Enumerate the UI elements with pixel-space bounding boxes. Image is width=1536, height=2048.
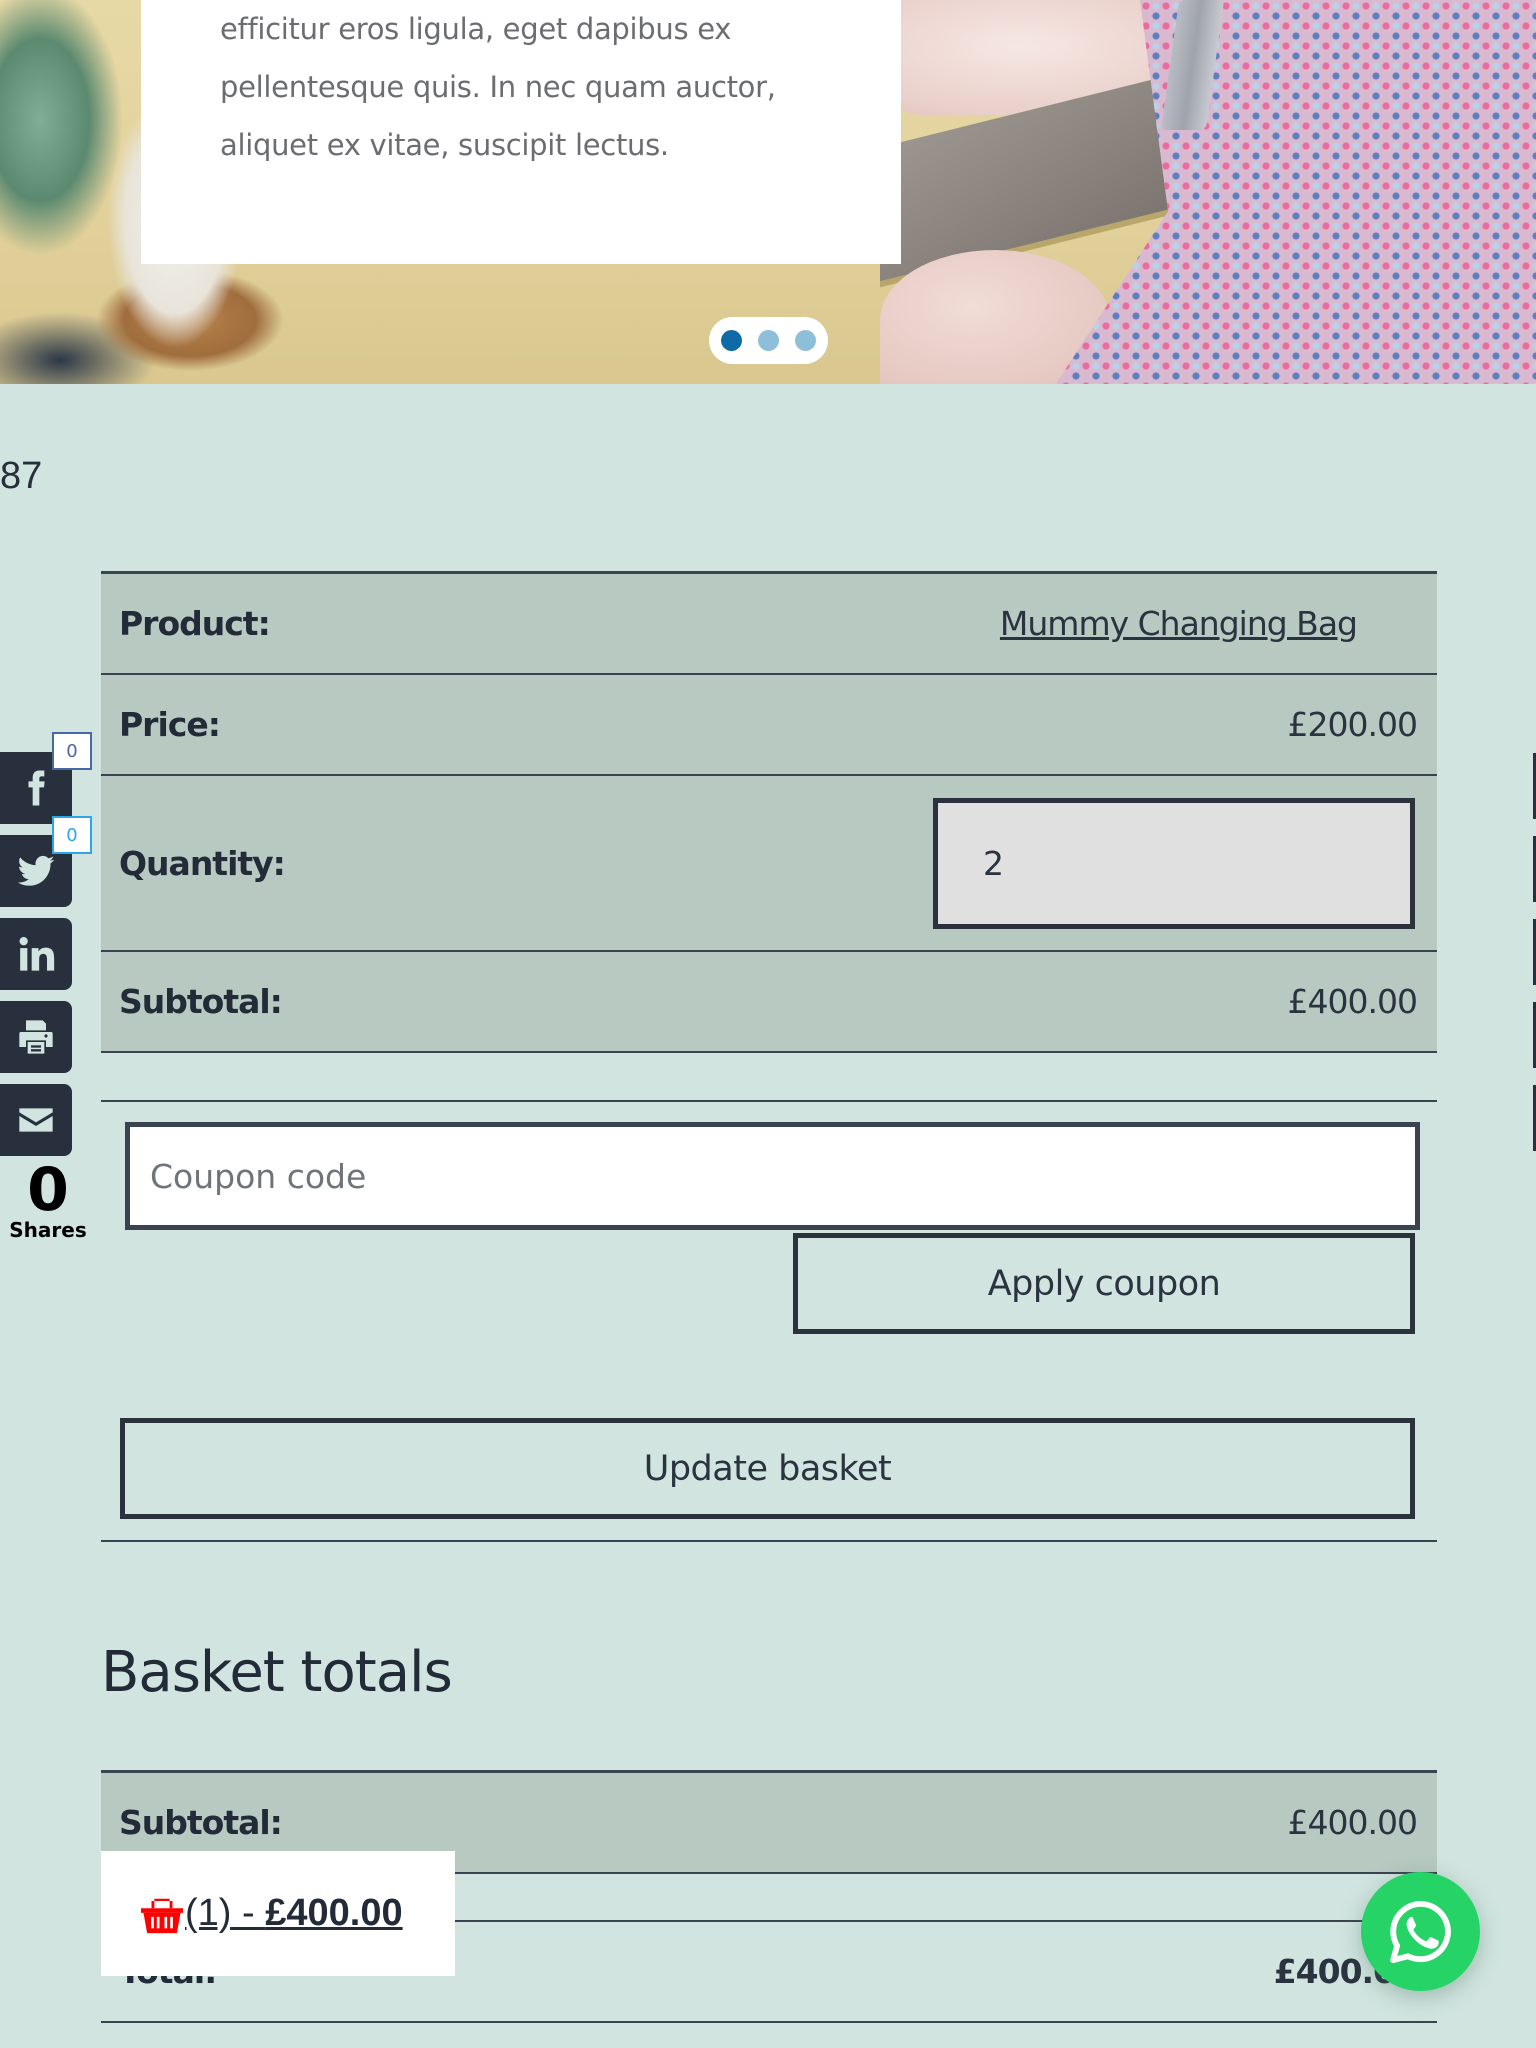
mini-cart-separator: - — [231, 1892, 266, 1934]
linkedin-icon — [19, 937, 55, 971]
share-email-button[interactable] — [0, 1084, 72, 1156]
coupon-actions: Apply coupon Update basket — [101, 1102, 1437, 1542]
carousel-dot-3[interactable] — [795, 330, 816, 351]
basket-totals-heading: Basket totals — [101, 1640, 453, 1705]
carousel-dots — [709, 317, 828, 364]
apply-coupon-button[interactable]: Apply coupon — [793, 1233, 1415, 1334]
subtotal-value: £400.00 — [1287, 982, 1418, 1021]
mini-cart-widget: (1) - £400.00 — [101, 1851, 455, 1976]
hero-card-text: efficitur eros ligula, eget dapibus ex p… — [220, 12, 776, 162]
facebook-share-count: 0 — [52, 732, 92, 770]
cart-table: Product: Mummy Changing Bag Price: £200.… — [101, 571, 1437, 1542]
totals-subtotal-label: Subtotal: — [119, 1803, 283, 1842]
price-label: Price: — [119, 705, 221, 744]
share-linkedin-button[interactable] — [0, 918, 72, 990]
printer-icon — [19, 1020, 53, 1054]
cart-row-subtotal: Subtotal: £400.00 — [101, 952, 1437, 1053]
product-label: Product: — [119, 604, 271, 643]
cart-divider — [101, 1053, 1437, 1102]
envelope-icon — [19, 1108, 53, 1132]
basket-icon — [141, 1898, 183, 1933]
mini-cart-count: (1) — [185, 1892, 232, 1934]
share-print-button[interactable] — [0, 1001, 72, 1073]
twitter-share-count: 0 — [52, 816, 92, 854]
facebook-icon — [28, 770, 45, 806]
product-link[interactable]: Mummy Changing Bag — [1000, 604, 1358, 643]
cart-row-product: Product: Mummy Changing Bag — [101, 571, 1437, 675]
coupon-code-input[interactable] — [125, 1122, 1420, 1230]
cart-row-price: Price: £200.00 — [101, 675, 1437, 776]
quantity-input[interactable] — [933, 797, 1415, 929]
carousel-dot-1[interactable] — [721, 330, 742, 351]
twitter-icon — [17, 855, 55, 886]
whatsapp-icon — [1389, 1900, 1451, 1963]
share-total: 0 Shares — [0, 1155, 96, 1242]
mini-cart-link[interactable]: (1) - £400.00 — [139, 1892, 403, 1935]
price-value: £200.00 — [1287, 705, 1418, 744]
quantity-label: Quantity: — [119, 843, 286, 883]
cart-row-quantity: Quantity: — [101, 776, 1437, 952]
hero-carousel: efficitur eros ligula, eget dapibus ex p… — [0, 0, 1536, 384]
totals-subtotal-value: £400.00 — [1287, 1803, 1418, 1842]
counter-text: 87 — [0, 455, 43, 497]
mini-cart-amount: £400.00 — [265, 1892, 403, 1934]
share-total-label: Shares — [9, 1218, 87, 1242]
hero-text-card: efficitur eros ligula, eget dapibus ex p… — [141, 0, 901, 264]
subtotal-label: Subtotal: — [119, 982, 283, 1021]
whatsapp-chat-button[interactable] — [1361, 1872, 1480, 1991]
share-total-count: 0 — [27, 1155, 69, 1225]
update-basket-button[interactable]: Update basket — [120, 1418, 1415, 1519]
carousel-dot-2[interactable] — [758, 330, 779, 351]
